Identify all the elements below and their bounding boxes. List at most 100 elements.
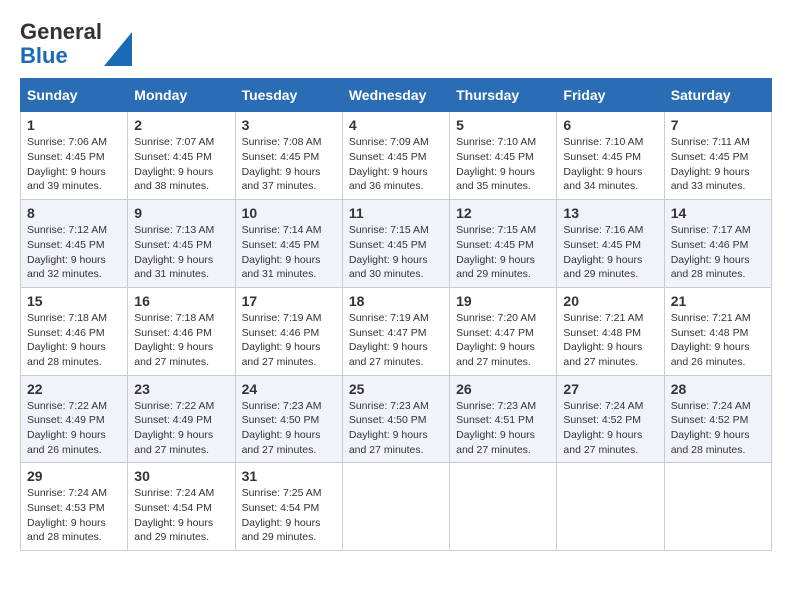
day-detail: Sunrise: 7:18 AM Sunset: 4:46 PM Dayligh… (27, 311, 121, 370)
day-number: 30 (134, 468, 228, 484)
day-number: 20 (563, 293, 657, 309)
day-detail: Sunrise: 7:23 AM Sunset: 4:50 PM Dayligh… (349, 399, 443, 458)
calendar-cell: 19 Sunrise: 7:20 AM Sunset: 4:47 PM Dayl… (450, 287, 557, 375)
day-detail: Sunrise: 7:10 AM Sunset: 4:45 PM Dayligh… (563, 135, 657, 194)
calendar-cell: 10 Sunrise: 7:14 AM Sunset: 4:45 PM Dayl… (235, 200, 342, 288)
calendar-cell: 1 Sunrise: 7:06 AM Sunset: 4:45 PM Dayli… (21, 112, 128, 200)
day-number: 18 (349, 293, 443, 309)
day-number: 12 (456, 205, 550, 221)
day-number: 2 (134, 117, 228, 133)
calendar-cell (664, 463, 771, 551)
day-detail: Sunrise: 7:24 AM Sunset: 4:53 PM Dayligh… (27, 486, 121, 545)
calendar-cell: 21 Sunrise: 7:21 AM Sunset: 4:48 PM Dayl… (664, 287, 771, 375)
calendar-cell (342, 463, 449, 551)
day-detail: Sunrise: 7:20 AM Sunset: 4:47 PM Dayligh… (456, 311, 550, 370)
day-detail: Sunrise: 7:16 AM Sunset: 4:45 PM Dayligh… (563, 223, 657, 282)
calendar-body: 1 Sunrise: 7:06 AM Sunset: 4:45 PM Dayli… (21, 112, 772, 551)
calendar-cell: 2 Sunrise: 7:07 AM Sunset: 4:45 PM Dayli… (128, 112, 235, 200)
calendar-week-5: 29 Sunrise: 7:24 AM Sunset: 4:53 PM Dayl… (21, 463, 772, 551)
logo-blue: Blue (20, 43, 68, 68)
header-area: General Blue (20, 20, 772, 68)
calendar-cell: 5 Sunrise: 7:10 AM Sunset: 4:45 PM Dayli… (450, 112, 557, 200)
calendar-cell: 22 Sunrise: 7:22 AM Sunset: 4:49 PM Dayl… (21, 375, 128, 463)
calendar-cell: 12 Sunrise: 7:15 AM Sunset: 4:45 PM Dayl… (450, 200, 557, 288)
day-detail: Sunrise: 7:12 AM Sunset: 4:45 PM Dayligh… (27, 223, 121, 282)
calendar-cell: 14 Sunrise: 7:17 AM Sunset: 4:46 PM Dayl… (664, 200, 771, 288)
day-number: 29 (27, 468, 121, 484)
day-detail: Sunrise: 7:09 AM Sunset: 4:45 PM Dayligh… (349, 135, 443, 194)
day-detail: Sunrise: 7:15 AM Sunset: 4:45 PM Dayligh… (349, 223, 443, 282)
day-header-monday: Monday (128, 79, 235, 112)
calendar-cell (450, 463, 557, 551)
calendar-week-4: 22 Sunrise: 7:22 AM Sunset: 4:49 PM Dayl… (21, 375, 772, 463)
calendar-table: SundayMondayTuesdayWednesdayThursdayFrid… (20, 78, 772, 551)
calendar-cell: 24 Sunrise: 7:23 AM Sunset: 4:50 PM Dayl… (235, 375, 342, 463)
day-number: 23 (134, 381, 228, 397)
calendar-cell: 31 Sunrise: 7:25 AM Sunset: 4:54 PM Dayl… (235, 463, 342, 551)
day-header-tuesday: Tuesday (235, 79, 342, 112)
calendar-cell: 30 Sunrise: 7:24 AM Sunset: 4:54 PM Dayl… (128, 463, 235, 551)
day-detail: Sunrise: 7:22 AM Sunset: 4:49 PM Dayligh… (134, 399, 228, 458)
day-number: 25 (349, 381, 443, 397)
calendar-header-row: SundayMondayTuesdayWednesdayThursdayFrid… (21, 79, 772, 112)
calendar-cell (557, 463, 664, 551)
day-detail: Sunrise: 7:21 AM Sunset: 4:48 PM Dayligh… (563, 311, 657, 370)
day-detail: Sunrise: 7:19 AM Sunset: 4:47 PM Dayligh… (349, 311, 443, 370)
day-detail: Sunrise: 7:15 AM Sunset: 4:45 PM Dayligh… (456, 223, 550, 282)
calendar-cell: 6 Sunrise: 7:10 AM Sunset: 4:45 PM Dayli… (557, 112, 664, 200)
day-number: 17 (242, 293, 336, 309)
calendar-cell: 20 Sunrise: 7:21 AM Sunset: 4:48 PM Dayl… (557, 287, 664, 375)
calendar-cell: 17 Sunrise: 7:19 AM Sunset: 4:46 PM Dayl… (235, 287, 342, 375)
calendar-week-3: 15 Sunrise: 7:18 AM Sunset: 4:46 PM Dayl… (21, 287, 772, 375)
calendar-week-1: 1 Sunrise: 7:06 AM Sunset: 4:45 PM Dayli… (21, 112, 772, 200)
day-number: 10 (242, 205, 336, 221)
calendar-cell: 13 Sunrise: 7:16 AM Sunset: 4:45 PM Dayl… (557, 200, 664, 288)
day-detail: Sunrise: 7:10 AM Sunset: 4:45 PM Dayligh… (456, 135, 550, 194)
logo-general: General (20, 19, 102, 44)
day-number: 16 (134, 293, 228, 309)
day-detail: Sunrise: 7:22 AM Sunset: 4:49 PM Dayligh… (27, 399, 121, 458)
calendar-cell: 18 Sunrise: 7:19 AM Sunset: 4:47 PM Dayl… (342, 287, 449, 375)
day-number: 22 (27, 381, 121, 397)
day-detail: Sunrise: 7:23 AM Sunset: 4:51 PM Dayligh… (456, 399, 550, 458)
calendar-cell: 27 Sunrise: 7:24 AM Sunset: 4:52 PM Dayl… (557, 375, 664, 463)
day-detail: Sunrise: 7:13 AM Sunset: 4:45 PM Dayligh… (134, 223, 228, 282)
day-header-friday: Friday (557, 79, 664, 112)
day-number: 7 (671, 117, 765, 133)
calendar-cell: 9 Sunrise: 7:13 AM Sunset: 4:45 PM Dayli… (128, 200, 235, 288)
day-number: 3 (242, 117, 336, 133)
calendar-cell: 16 Sunrise: 7:18 AM Sunset: 4:46 PM Dayl… (128, 287, 235, 375)
day-detail: Sunrise: 7:17 AM Sunset: 4:46 PM Dayligh… (671, 223, 765, 282)
day-number: 28 (671, 381, 765, 397)
day-detail: Sunrise: 7:21 AM Sunset: 4:48 PM Dayligh… (671, 311, 765, 370)
day-detail: Sunrise: 7:25 AM Sunset: 4:54 PM Dayligh… (242, 486, 336, 545)
calendar-week-2: 8 Sunrise: 7:12 AM Sunset: 4:45 PM Dayli… (21, 200, 772, 288)
day-detail: Sunrise: 7:23 AM Sunset: 4:50 PM Dayligh… (242, 399, 336, 458)
logo: General Blue (20, 20, 132, 68)
day-number: 9 (134, 205, 228, 221)
day-detail: Sunrise: 7:24 AM Sunset: 4:52 PM Dayligh… (671, 399, 765, 458)
day-number: 15 (27, 293, 121, 309)
day-number: 21 (671, 293, 765, 309)
day-number: 26 (456, 381, 550, 397)
day-detail: Sunrise: 7:24 AM Sunset: 4:54 PM Dayligh… (134, 486, 228, 545)
calendar-cell: 7 Sunrise: 7:11 AM Sunset: 4:45 PM Dayli… (664, 112, 771, 200)
day-number: 5 (456, 117, 550, 133)
day-number: 6 (563, 117, 657, 133)
day-number: 19 (456, 293, 550, 309)
day-header-wednesday: Wednesday (342, 79, 449, 112)
day-number: 11 (349, 205, 443, 221)
day-number: 24 (242, 381, 336, 397)
day-detail: Sunrise: 7:14 AM Sunset: 4:45 PM Dayligh… (242, 223, 336, 282)
day-detail: Sunrise: 7:06 AM Sunset: 4:45 PM Dayligh… (27, 135, 121, 194)
logo-icon (104, 32, 132, 66)
calendar-cell: 11 Sunrise: 7:15 AM Sunset: 4:45 PM Dayl… (342, 200, 449, 288)
calendar-cell: 28 Sunrise: 7:24 AM Sunset: 4:52 PM Dayl… (664, 375, 771, 463)
calendar-cell: 3 Sunrise: 7:08 AM Sunset: 4:45 PM Dayli… (235, 112, 342, 200)
day-detail: Sunrise: 7:19 AM Sunset: 4:46 PM Dayligh… (242, 311, 336, 370)
day-number: 13 (563, 205, 657, 221)
calendar-cell: 26 Sunrise: 7:23 AM Sunset: 4:51 PM Dayl… (450, 375, 557, 463)
day-number: 8 (27, 205, 121, 221)
logo-text: General Blue (20, 20, 102, 68)
day-detail: Sunrise: 7:18 AM Sunset: 4:46 PM Dayligh… (134, 311, 228, 370)
